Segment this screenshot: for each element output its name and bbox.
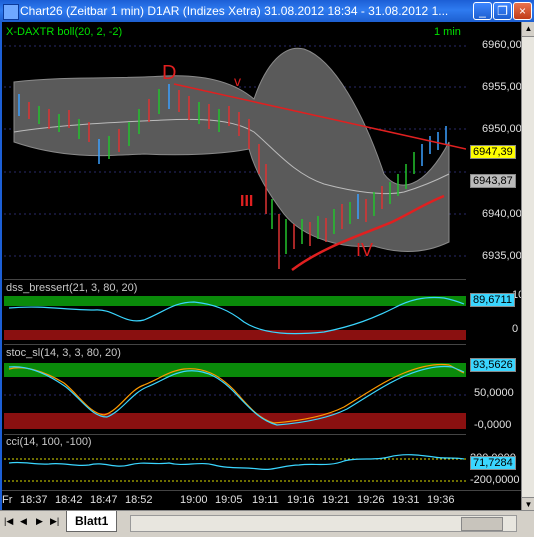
cci-pane[interactable]: cci(14, 100, -100) (4, 434, 466, 489)
close-button[interactable]: × (513, 2, 532, 20)
restore-button[interactable]: ❐ (493, 2, 512, 20)
time-tick: 19:00 (180, 494, 208, 506)
price-chart-svg: D v III IV (4, 45, 466, 272)
y-tick: 0 (512, 323, 519, 335)
y-tick: -200,0000 (470, 474, 520, 486)
y-tick: 6950,00 (482, 123, 522, 135)
stoc-pane-label: stoc_sl(14, 3, 3, 80, 20) (6, 347, 121, 359)
annotation-d: D (162, 62, 176, 84)
sheet-tab-bar: |◀ ◀ ▶ ▶| Blatt1 (0, 510, 534, 537)
y-tick: 6940,00 (482, 208, 522, 220)
dss-pane-label: dss_bressert(21, 3, 80, 20) (6, 282, 138, 294)
dss-value-tag: 89,6711 (470, 293, 515, 307)
stoc-value-tag: 93,5626 (470, 358, 516, 372)
window-title: Chart26 (Zeitbar 1 min) D1AR (Indizes Xe… (20, 4, 449, 18)
time-tick: 18:47 (90, 494, 118, 506)
time-tick: 19:05 (215, 494, 243, 506)
chart-window: D v III IV X-DAXTR boll(20, 2, -2) 1 min… (0, 22, 530, 512)
scroll-up-arrow-icon[interactable]: ▲ (522, 22, 534, 37)
tab-last-icon[interactable]: ▶| (50, 516, 59, 527)
tab-prev-icon[interactable]: ◀ (20, 516, 27, 527)
price-pane[interactable]: D v III IV X-DAXTR boll(20, 2, -2) 1 min (4, 24, 466, 276)
y-tick: 50,0000 (474, 387, 514, 399)
mid-band-tag: 6943,87 (470, 174, 516, 188)
time-tick: 18:37 (20, 494, 48, 506)
time-tick: 19:21 (322, 494, 350, 506)
annotation-iv: IV (356, 240, 373, 260)
time-tick: 18:42 (55, 494, 83, 506)
window-title-bar: Chart26 (Zeitbar 1 min) D1AR (Indizes Xe… (0, 0, 534, 22)
y-tick: 6960,00 (482, 39, 522, 51)
time-tick: 19:16 (287, 494, 315, 506)
horizontal-scrollbar[interactable] (130, 515, 517, 532)
y-tick: 6955,00 (482, 81, 522, 93)
cci-pane-label: cci(14, 100, -100) (6, 436, 92, 448)
tab-blatt1[interactable]: Blatt1 (66, 511, 118, 532)
bollinger-band (13, 47, 450, 253)
time-tick: 19:31 (392, 494, 420, 506)
time-tick: 19:26 (357, 494, 385, 506)
time-tick: 19:11 (252, 494, 279, 506)
interval-label: 1 min (434, 26, 461, 38)
tab-label: Blatt1 (75, 514, 109, 528)
vertical-scrollbar[interactable]: ▲ ▼ (521, 22, 534, 512)
time-axis: Fr 18:37 18:42 18:47 18:52 19:00 19:05 1… (2, 490, 522, 511)
cci-value-tag: 71,7284 (470, 456, 516, 470)
annotation-iii: III (240, 193, 253, 210)
time-tick: Fr (2, 494, 13, 506)
stoc-pane[interactable]: stoc_sl(14, 3, 3, 80, 20) (4, 344, 466, 433)
tab-first-icon[interactable]: |◀ (4, 516, 13, 527)
dss-y-axis: 100 0 (468, 279, 530, 342)
cci-line (8, 454, 465, 471)
horizontal-scroll-thumb[interactable] (461, 517, 503, 531)
last-price-tag: 6947,39 (470, 145, 516, 159)
dss-pane[interactable]: dss_bressert(21, 3, 80, 20) (4, 279, 466, 343)
tab-next-icon[interactable]: ▶ (36, 516, 43, 527)
y-tick: 6935,00 (482, 250, 522, 262)
time-tick: 18:52 (125, 494, 153, 506)
app-icon (3, 4, 19, 20)
price-pane-label: X-DAXTR boll(20, 2, -2) (6, 26, 123, 38)
annotation-v: v (234, 73, 241, 89)
time-tick: 19:36 (427, 494, 455, 506)
y-tick: -0,0000 (474, 419, 512, 431)
minimize-button[interactable]: _ (473, 2, 492, 20)
